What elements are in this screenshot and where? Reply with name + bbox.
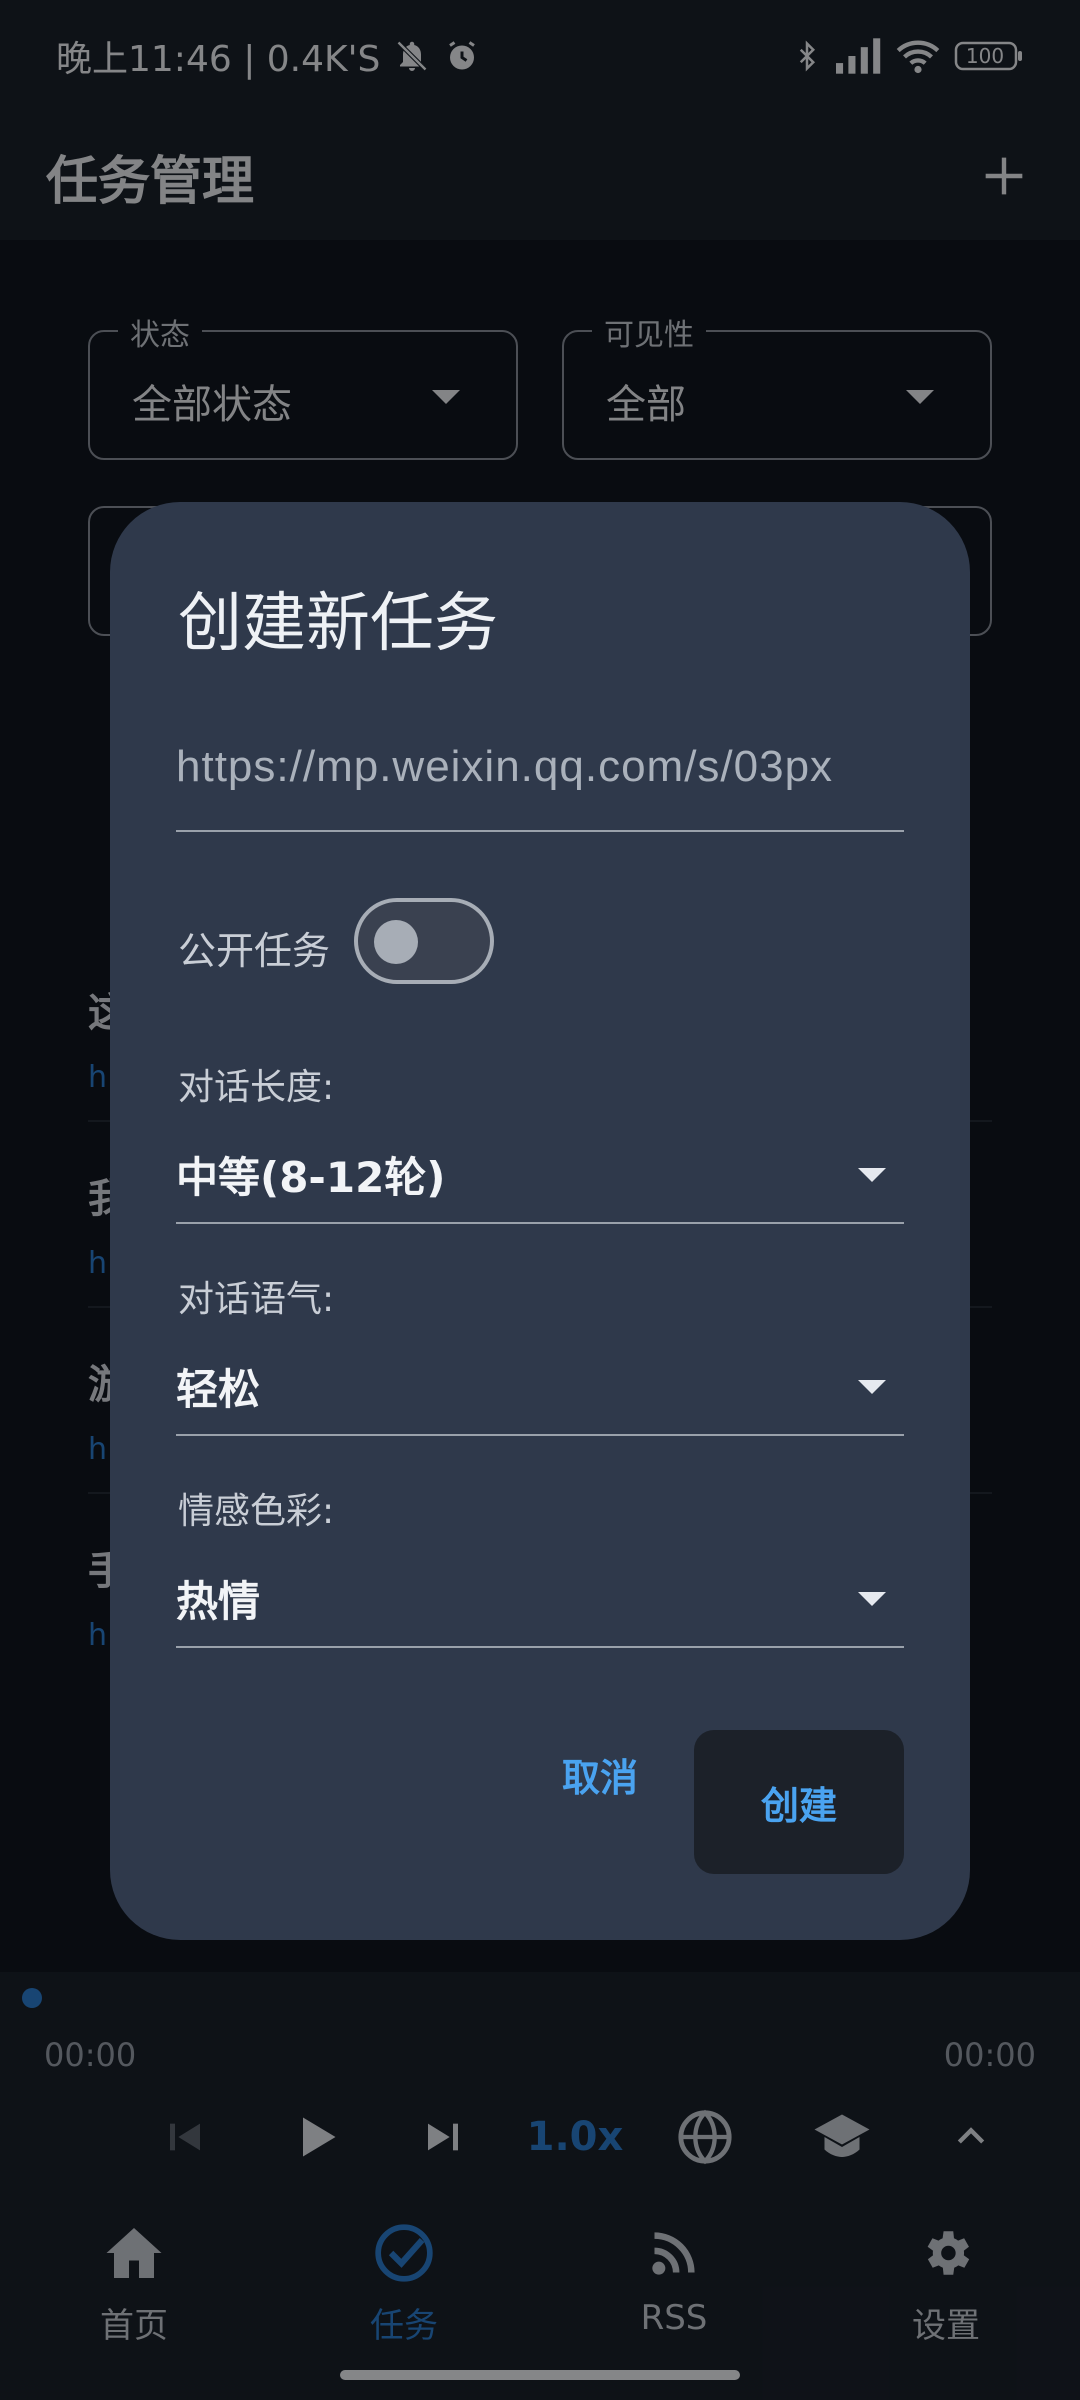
url-input[interactable]: https://mp.weixin.qq.com/s/03px	[176, 722, 904, 832]
chevron-down-icon	[858, 1168, 886, 1182]
cancel-button[interactable]: 取消	[520, 1734, 680, 1814]
toggle-knob	[374, 920, 418, 964]
emotion-label: 情感色彩:	[178, 1491, 335, 1532]
length-label: 对话长度:	[178, 1067, 335, 1108]
public-task-toggle[interactable]	[354, 898, 494, 984]
emotion-select[interactable]: 热情	[176, 1558, 904, 1648]
create-button[interactable]: 创建	[694, 1730, 904, 1874]
tone-select[interactable]: 轻松	[176, 1346, 904, 1436]
chevron-down-icon	[858, 1592, 886, 1606]
public-task-row: 公开任务	[178, 898, 578, 988]
create-task-dialog: 创建新任务 https://mp.weixin.qq.com/s/03px 公开…	[110, 502, 970, 1940]
chevron-down-icon	[858, 1380, 886, 1394]
emotion-select-value: 热情	[176, 1577, 261, 1626]
length-select-value: 中等(8-12轮)	[176, 1153, 446, 1202]
tone-select-value: 轻松	[176, 1365, 261, 1414]
url-input-value: https://mp.weixin.qq.com/s/03px	[176, 742, 834, 791]
public-task-label: 公开任务	[178, 929, 331, 973]
dialog-title: 创建新任务	[178, 587, 498, 661]
length-select[interactable]: 中等(8-12轮)	[176, 1134, 904, 1224]
tone-label: 对话语气:	[178, 1279, 335, 1320]
